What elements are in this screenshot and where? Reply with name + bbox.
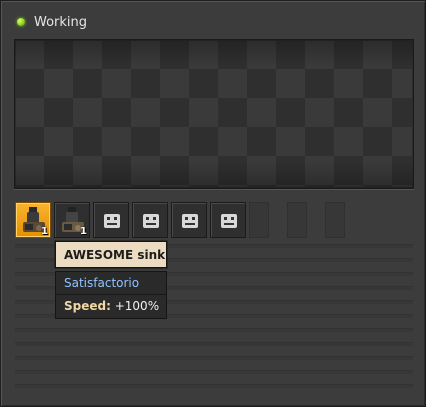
entity-preview — [14, 39, 414, 189]
module-slot-4[interactable] — [132, 202, 168, 238]
slot-count: 1 — [41, 226, 48, 237]
row-line — [15, 370, 413, 374]
ghost-slot — [325, 202, 345, 238]
empty-module-slot-icon — [221, 214, 237, 228]
row-line — [15, 328, 413, 332]
empty-module-slot-icon — [182, 214, 198, 228]
slot-count: 1 — [80, 226, 87, 237]
module-slot-1[interactable]: 1 — [15, 202, 51, 238]
item-tooltip: AWESOME sink Satisfactorio Speed: +100% — [55, 241, 167, 319]
tooltip-speed: Speed: +100% — [56, 295, 166, 318]
row-line — [15, 342, 413, 346]
module-slots: 1 1 — [15, 202, 363, 238]
row-line — [15, 356, 413, 360]
tooltip-title: AWESOME sink — [55, 241, 167, 268]
speed-value: +100% — [114, 299, 160, 313]
ghost-slot — [249, 202, 269, 238]
module-slot-3[interactable] — [93, 202, 129, 238]
row-line — [15, 384, 413, 388]
module-slot-5[interactable] — [171, 202, 207, 238]
tooltip-body: Satisfactorio Speed: +100% — [55, 271, 167, 319]
empty-module-slot-icon — [104, 214, 120, 228]
status-row: Working — [17, 13, 87, 31]
speed-label: Speed: — [64, 299, 111, 313]
module-slot-6[interactable] — [210, 202, 246, 238]
tooltip-mod-name: Satisfactorio — [56, 272, 166, 295]
preview-shade — [15, 40, 413, 188]
machine-panel: Working 1 1 AWESOME sink Satisfactorio S… — [0, 0, 426, 407]
ghost-slot — [287, 202, 307, 238]
status-label: Working — [34, 14, 88, 30]
status-indicator-icon — [17, 18, 25, 26]
module-slot-2[interactable]: 1 — [54, 202, 90, 238]
empty-module-slot-icon — [143, 214, 159, 228]
